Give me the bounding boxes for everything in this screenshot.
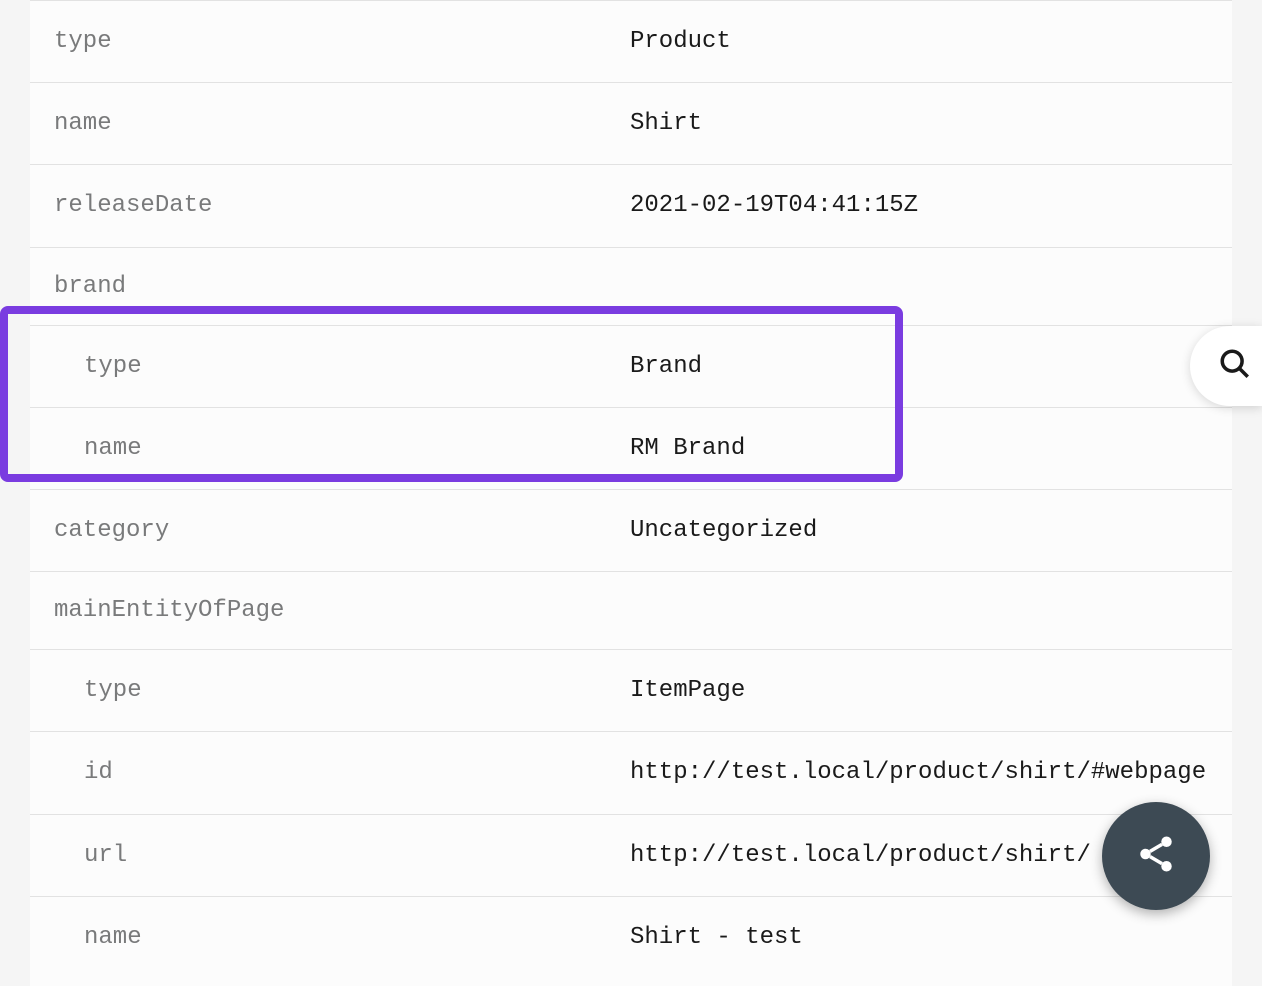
table-row: type Brand (30, 325, 1232, 407)
property-value: Shirt (630, 105, 1208, 142)
property-key: releaseDate (54, 192, 630, 219)
table-row-section: mainEntityOfPage (30, 571, 1232, 649)
share-icon (1135, 833, 1177, 879)
property-key: type (54, 28, 630, 55)
table-row: name Shirt (30, 82, 1232, 164)
table-row: type Product (30, 0, 1232, 82)
table-row: category Uncategorized (30, 489, 1232, 571)
table-row: name RM Brand (30, 407, 1232, 489)
property-value: 2021-02-19T04:41:15Z (630, 187, 1208, 224)
search-icon (1200, 347, 1252, 385)
property-key: url (54, 842, 630, 869)
property-value: Uncategorized (630, 512, 1208, 549)
table-row-section: brand (30, 247, 1232, 325)
search-button[interactable] (1190, 326, 1262, 406)
table-row: url http://test.local/product/shirt/ (30, 814, 1232, 896)
property-key: category (54, 517, 630, 544)
property-value: http://test.local/product/shirt/#webpage (630, 754, 1208, 791)
property-value: Brand (630, 348, 1208, 385)
table-row: name Shirt - test (30, 896, 1232, 978)
property-key: brand (54, 273, 630, 300)
share-button[interactable] (1102, 802, 1210, 910)
table-row: releaseDate 2021-02-19T04:41:15Z (30, 164, 1232, 246)
property-value: Shirt - test (630, 919, 1208, 956)
property-value: Product (630, 23, 1208, 60)
table-row: id http://test.local/product/shirt/#webp… (30, 731, 1232, 813)
property-key: type (54, 353, 630, 380)
property-value: RM Brand (630, 430, 1208, 467)
property-key: mainEntityOfPage (54, 597, 630, 624)
property-key: name (54, 924, 630, 951)
property-key: name (54, 435, 630, 462)
property-value: ItemPage (630, 672, 1208, 709)
table-row: type ItemPage (30, 649, 1232, 731)
property-key: id (54, 759, 630, 786)
schema-table: type Product name Shirt releaseDate 2021… (30, 0, 1232, 986)
property-key: name (54, 110, 630, 137)
property-key: type (54, 677, 630, 704)
